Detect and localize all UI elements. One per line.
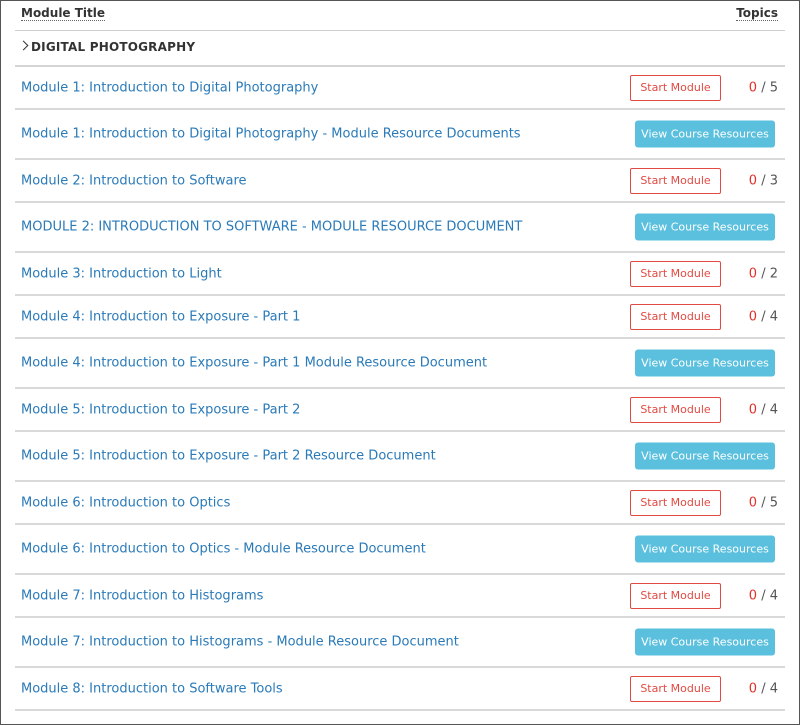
topics-separator: / (757, 80, 770, 95)
topics-separator: / (757, 266, 770, 281)
resource-row: Module 5: Introduction to Exposure - Par… (15, 432, 785, 482)
module-row: Module 8: Introduction to Software Tools… (15, 668, 785, 711)
start-module-button[interactable]: Start Module (630, 396, 721, 423)
resource-link[interactable]: MODULE 2: INTRODUCTION TO SOFTWARE - MOD… (21, 220, 522, 235)
topics-progress: 0 / 4 (749, 402, 778, 417)
topics-total-count: 5 (769, 80, 778, 95)
view-course-resources-button[interactable]: View Course Resources (635, 442, 775, 470)
module-row: Module 5: Introduction to Exposure - Par… (15, 389, 785, 432)
module-row: Module 4: Introduction to Exposure - Par… (15, 296, 785, 339)
topics-progress: 0 / 5 (749, 495, 778, 510)
resource-link[interactable]: Module 5: Introduction to Exposure - Par… (21, 449, 436, 464)
resource-row: MODULE 2: INTRODUCTION TO SOFTWARE - MOD… (15, 203, 785, 253)
topics-separator: / (757, 588, 770, 603)
module-link[interactable]: Module 3: Introduction to Light (21, 266, 222, 281)
resource-row: Module 1: Introduction to Digital Photog… (15, 110, 785, 160)
topics-total-count: 5 (769, 495, 778, 510)
module-row: Module 3: Introduction to Light Start Mod… (15, 253, 785, 296)
resource-link[interactable]: Module 1: Introduction to Digital Photog… (21, 127, 521, 142)
start-module-button[interactable]: Start Module (630, 489, 721, 516)
view-course-resources-button[interactable]: View Course Resources (635, 349, 775, 377)
view-course-resources-button[interactable]: View Course Resources (635, 628, 775, 656)
topics-separator: / (757, 309, 770, 324)
chevron-right-icon[interactable] (18, 40, 29, 51)
topics-total-count: 4 (769, 309, 778, 324)
topics-total-count: 4 (769, 588, 778, 603)
module-link[interactable]: Module 8: Introduction to Software Tools (21, 681, 283, 696)
topics-progress: 0 / 2 (749, 266, 778, 281)
start-module-button[interactable]: Start Module (630, 167, 721, 194)
topics-separator: / (757, 402, 770, 417)
topics-total-count: 4 (769, 681, 778, 696)
start-module-button[interactable]: Start Module (630, 675, 721, 702)
module-link[interactable]: Module 4: Introduction to Exposure - Par… (21, 309, 300, 324)
topics-progress: 0 / 4 (749, 681, 778, 696)
start-module-button[interactable]: Start Module (630, 582, 721, 609)
topics-total-count: 4 (769, 402, 778, 417)
resource-link[interactable]: Module 7: Introduction to Histograms - M… (21, 635, 459, 650)
resource-link[interactable]: Module 6: Introduction to Optics - Modul… (21, 542, 426, 557)
module-row: Module 6: Introduction to Optics Start Mo… (15, 482, 785, 525)
resource-row: Module 6: Introduction to Optics - Modul… (15, 525, 785, 575)
resource-row: Module 4: Introduction to Exposure - Par… (15, 339, 785, 389)
resource-link[interactable]: Module 4: Introduction to Exposure - Par… (21, 356, 487, 371)
module-link[interactable]: Module 1: Introduction to Digital Photog… (21, 80, 318, 95)
module-row: Module 7: Introduction to Histograms Star… (15, 575, 785, 618)
topics-progress: 0 / 4 (749, 588, 778, 603)
topics-separator: / (757, 173, 770, 188)
resource-row: Module 7: Introduction to Histograms - M… (15, 618, 785, 668)
topics-progress: 0 / 5 (749, 80, 778, 95)
start-module-button[interactable]: Start Module (630, 303, 721, 330)
topics-progress: 0 / 4 (749, 309, 778, 324)
topics-column-header[interactable]: Topics (736, 6, 778, 21)
module-list-panel: Module Title Topics DIGITAL PHOTOGRAPHY … (0, 0, 800, 725)
table-header: Module Title Topics (15, 1, 785, 31)
start-module-button[interactable]: Start Module (630, 260, 721, 287)
topics-total-count: 3 (769, 173, 778, 188)
module-rows: Module 1: Introduction to Digital Photog… (15, 67, 785, 711)
topics-separator: / (757, 681, 770, 696)
module-title-column-header[interactable]: Module Title (21, 6, 106, 21)
topics-progress: 0 / 3 (749, 173, 778, 188)
topics-separator: / (757, 495, 770, 510)
topics-total-count: 2 (769, 266, 778, 281)
module-link[interactable]: Module 6: Introduction to Optics (21, 495, 230, 510)
section-label: DIGITAL PHOTOGRAPHY (31, 40, 196, 54)
start-module-button[interactable]: Start Module (630, 74, 721, 101)
section-header-digital-photography[interactable]: DIGITAL PHOTOGRAPHY (15, 30, 785, 67)
module-link[interactable]: Module 7: Introduction to Histograms (21, 588, 263, 603)
view-course-resources-button[interactable]: View Course Resources (635, 120, 775, 148)
module-link[interactable]: Module 2: Introduction to Software (21, 173, 247, 188)
view-course-resources-button[interactable]: View Course Resources (635, 535, 775, 563)
module-row: Module 2: Introduction to Software Start … (15, 160, 785, 203)
view-course-resources-button[interactable]: View Course Resources (635, 213, 775, 241)
module-row: Module 1: Introduction to Digital Photog… (15, 67, 785, 110)
module-link[interactable]: Module 5: Introduction to Exposure - Par… (21, 402, 300, 417)
